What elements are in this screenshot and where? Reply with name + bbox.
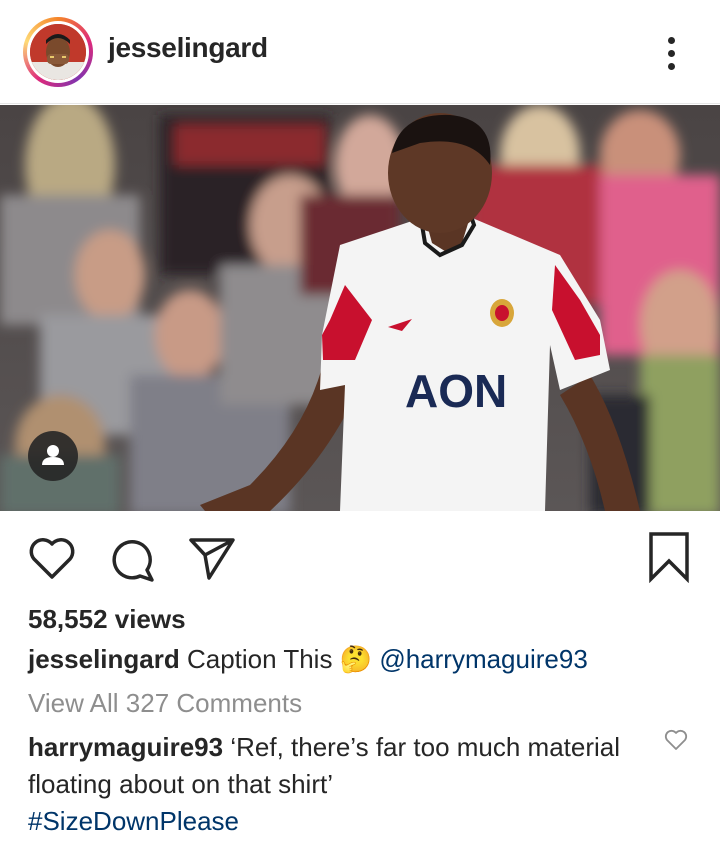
avatar-image xyxy=(30,24,86,80)
comment-item: harrymaguire93 ‘Ref, there’s far too muc… xyxy=(28,729,638,840)
caption-username[interactable]: jesselingard xyxy=(28,644,180,674)
heart-icon[interactable] xyxy=(27,535,77,581)
post-header: jesselingard xyxy=(0,0,720,104)
view-all-comments-link[interactable]: View All 327 Comments xyxy=(28,688,302,719)
comment-hashtag[interactable]: #SizeDownPlease xyxy=(28,806,239,836)
caption-mention[interactable]: @harrymaguire93 xyxy=(379,644,587,674)
bookmark-icon[interactable] xyxy=(647,531,691,584)
action-bar xyxy=(0,525,720,589)
small-heart-icon[interactable] xyxy=(664,729,688,751)
caption: jesselingard Caption This 🤔 @harrymaguir… xyxy=(28,643,708,675)
caption-text: Caption This xyxy=(186,644,333,674)
view-count: 58,552 views xyxy=(28,604,186,634)
header-username[interactable]: jesselingard xyxy=(108,32,268,64)
profile-avatar[interactable] xyxy=(23,17,93,87)
more-options-icon[interactable] xyxy=(658,33,686,73)
post-image: AON xyxy=(0,105,720,511)
shirt-sponsor-text: AON xyxy=(405,365,507,417)
comment-username[interactable]: harrymaguire93 xyxy=(28,732,223,762)
comment-icon[interactable] xyxy=(108,534,158,584)
direct-share-icon[interactable] xyxy=(187,535,237,581)
post-media[interactable]: AON xyxy=(0,105,720,511)
thinking-emoji: 🤔 xyxy=(339,644,373,674)
user-tag-icon[interactable] xyxy=(28,431,78,481)
